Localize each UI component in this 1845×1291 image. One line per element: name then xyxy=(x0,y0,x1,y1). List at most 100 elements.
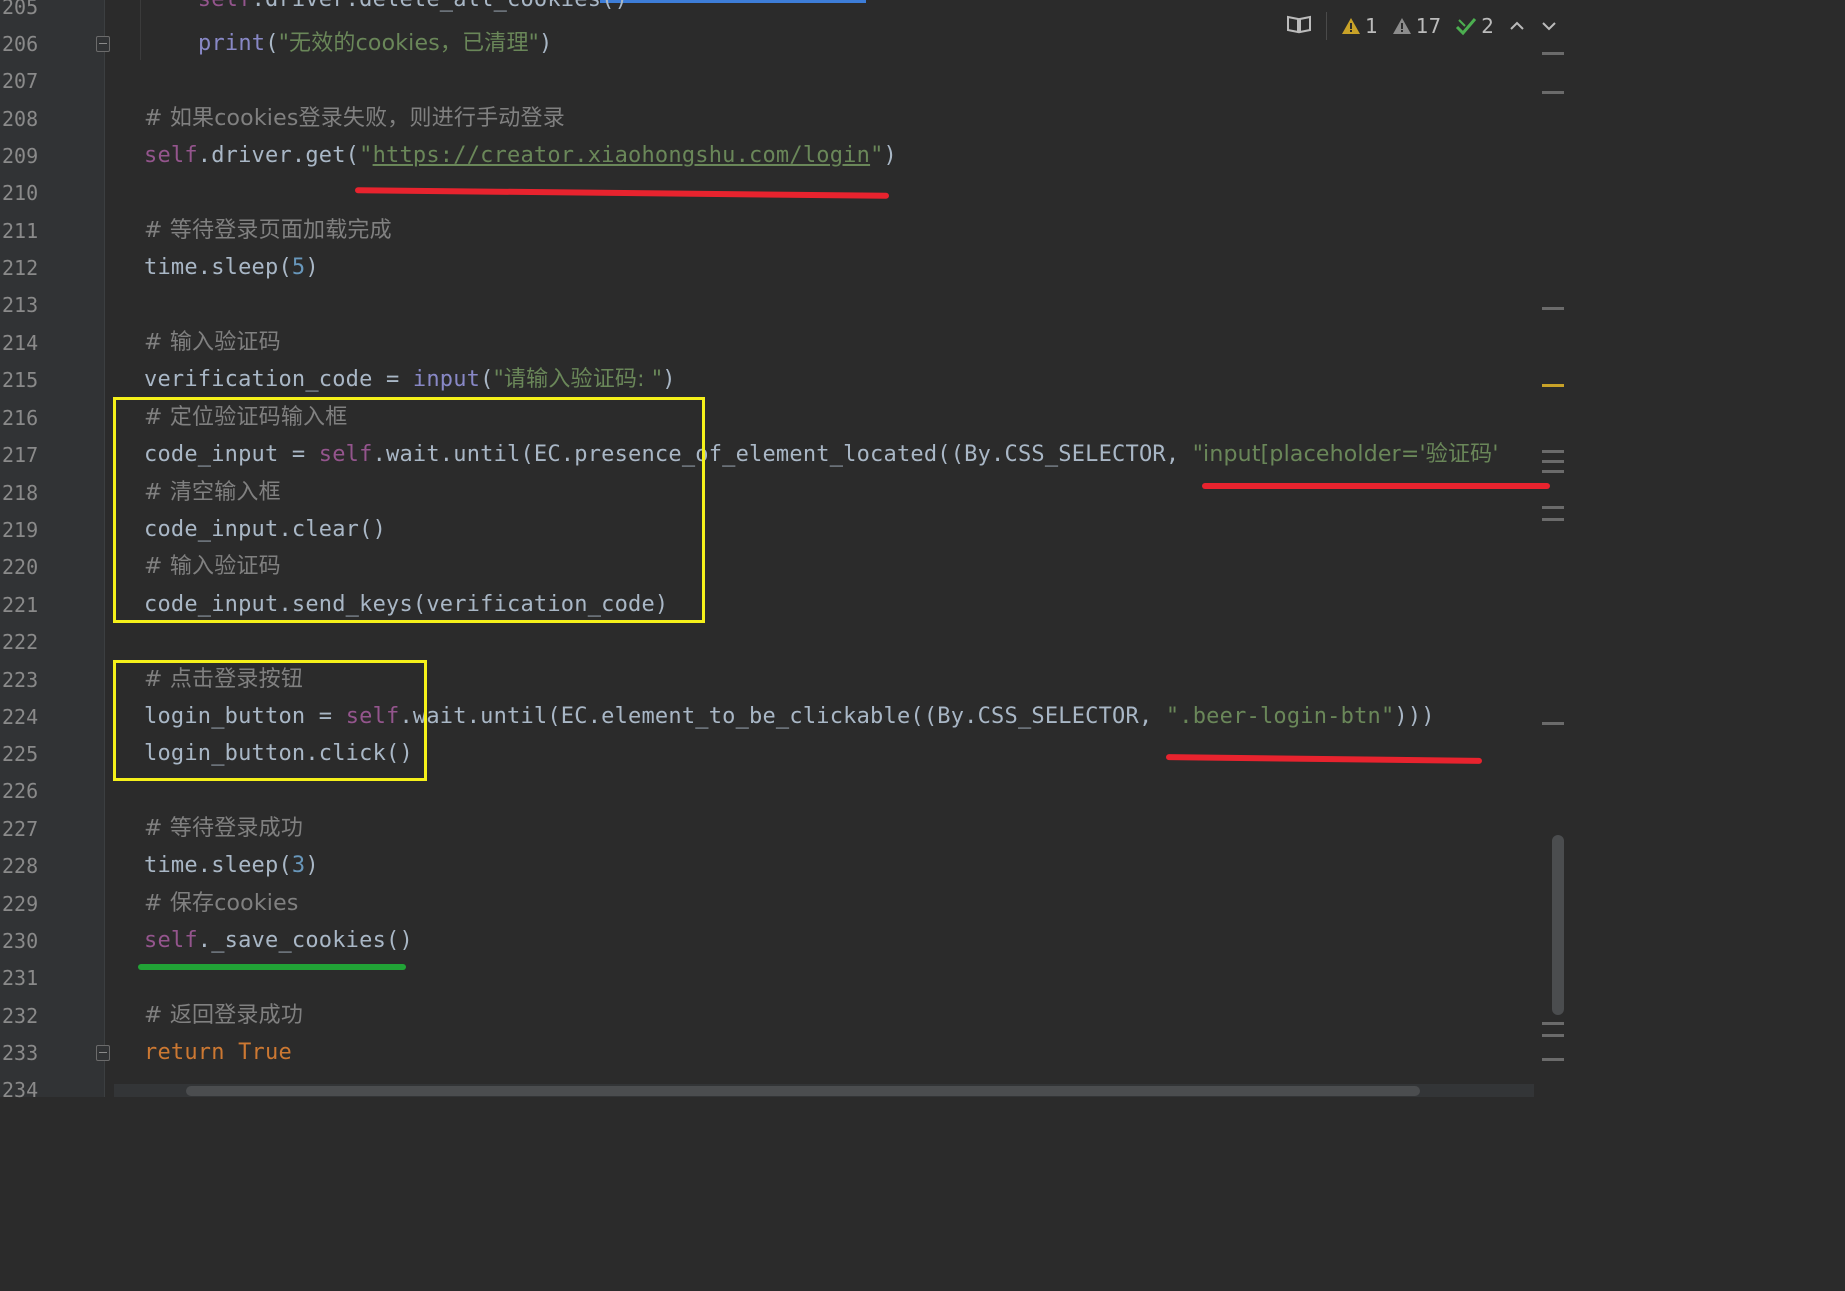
warning-icon xyxy=(1342,18,1361,34)
underline-annotation-save-cookies xyxy=(138,964,406,970)
input-call: input xyxy=(412,367,481,392)
underline-annotation-url xyxy=(354,187,890,199)
code-text: ( xyxy=(480,367,494,392)
stripe-mark[interactable] xyxy=(1542,460,1564,463)
line-number[interactable]: 230 xyxy=(0,922,42,960)
stripe-mark[interactable] xyxy=(1542,1058,1564,1061)
line-number[interactable]: 224 xyxy=(0,698,42,736)
line-number[interactable]: 231 xyxy=(0,959,42,997)
stripe-mark[interactable] xyxy=(1542,450,1564,453)
self-keyword: self xyxy=(198,0,252,12)
stripe-mark[interactable] xyxy=(1542,1034,1564,1037)
comment-line-229[interactable]: # 保存cookies xyxy=(144,885,299,923)
code-line-209[interactable]: self.driver.get("https://creator.xiaohon… xyxy=(144,137,897,175)
string-literal: ".beer-login-btn" xyxy=(1165,704,1395,729)
checkmark-icon xyxy=(1456,18,1477,36)
line-number[interactable]: 206 xyxy=(0,25,42,63)
code-text: .driver.delete_all_cookies() xyxy=(252,0,628,12)
line-number[interactable]: 212 xyxy=(0,249,42,287)
chevron-up-icon[interactable] xyxy=(1508,14,1526,38)
code-text: ))) xyxy=(1394,704,1435,729)
stripe-mark[interactable] xyxy=(1542,506,1564,509)
line-number[interactable]: 219 xyxy=(0,511,42,549)
line-number[interactable]: 227 xyxy=(0,810,42,848)
stripe-mark[interactable] xyxy=(1542,1022,1564,1025)
code-text: ) xyxy=(305,853,319,878)
line-number[interactable]: 233 xyxy=(0,1034,42,1072)
stripe-mark[interactable] xyxy=(1542,91,1564,94)
line-number[interactable]: 214 xyxy=(0,324,42,362)
comment-line-232[interactable]: # 返回登录成功 xyxy=(144,997,303,1035)
code-line-215[interactable]: verification_code = input("请输入验证码: ") xyxy=(144,361,676,399)
horizontal-scrollbar[interactable] xyxy=(186,1086,1420,1096)
warning-count-label: 1 xyxy=(1365,14,1378,38)
line-number[interactable]: 207 xyxy=(0,62,42,100)
string-literal: "input[placeholder='验证码' xyxy=(1192,442,1499,467)
string-quote: " xyxy=(359,143,373,168)
toolbar-divider xyxy=(1326,12,1328,40)
line-number[interactable]: 210 xyxy=(0,174,42,212)
print-call: print xyxy=(198,31,266,56)
line-number[interactable]: 220 xyxy=(0,548,42,586)
line-number[interactable]: 228 xyxy=(0,847,42,885)
weak-warning-icon xyxy=(1392,18,1411,34)
highlight-box-login-button xyxy=(113,660,427,781)
url-link[interactable]: https://creator.xiaohongshu.com/login xyxy=(373,143,870,168)
underline-annotation-login-selector xyxy=(1165,754,1483,764)
line-number[interactable]: 222 xyxy=(0,623,42,661)
line-number[interactable]: 221 xyxy=(0,586,42,624)
line-number[interactable]: 217 xyxy=(0,436,42,474)
highlight-box-code-input xyxy=(113,397,705,623)
line-number[interactable]: 209 xyxy=(0,137,42,175)
code-line-205[interactable]: self.driver.delete_all_cookies() xyxy=(144,0,628,19)
line-number[interactable]: 232 xyxy=(0,997,42,1035)
line-number[interactable]: 213 xyxy=(0,286,42,324)
line-number[interactable]: 205 xyxy=(0,0,42,26)
line-number[interactable]: 216 xyxy=(0,399,42,437)
code-text: ._save_cookies() xyxy=(197,928,413,953)
line-number[interactable]: 234 xyxy=(0,1071,42,1109)
stripe-mark[interactable] xyxy=(1542,518,1564,521)
code-text: ( xyxy=(265,31,279,56)
stripe-mark[interactable] xyxy=(1542,470,1564,473)
number-literal: 5 xyxy=(291,255,306,280)
typo-count[interactable]: 2 xyxy=(1455,14,1494,38)
book-open-icon[interactable] xyxy=(1286,14,1312,39)
code-line-228[interactable]: time.sleep(3) xyxy=(144,847,319,885)
fold-marker-icon[interactable] xyxy=(96,36,110,52)
stripe-mark[interactable] xyxy=(1542,52,1564,55)
comment-line-227[interactable]: # 等待登录成功 xyxy=(144,810,303,848)
line-number[interactable]: 215 xyxy=(0,361,42,399)
line-number[interactable]: 218 xyxy=(0,474,42,512)
line-number[interactable]: 225 xyxy=(0,735,42,773)
underline-annotation-selector xyxy=(1202,483,1550,489)
vertical-scrollbar[interactable] xyxy=(1552,835,1564,1015)
comment-line-208[interactable]: # 如果cookies登录失败，则进行手动登录 xyxy=(144,100,565,138)
warning-count-minor[interactable]: 17 xyxy=(1392,14,1441,38)
code-text: verification_code = xyxy=(144,367,413,392)
line-number[interactable]: 226 xyxy=(0,772,42,810)
string-literal: "无效的cookies，已清理" xyxy=(278,31,539,56)
code-text: ) xyxy=(883,143,897,168)
code-text: time.sleep( xyxy=(144,853,292,878)
stripe-mark[interactable] xyxy=(1542,722,1564,725)
fold-marker-icon[interactable] xyxy=(96,1045,110,1061)
self-keyword: self xyxy=(144,928,198,953)
code-line-206[interactable]: print("无效的cookies，已清理") xyxy=(198,25,552,63)
string-literal: "请输入验证码: " xyxy=(493,367,663,392)
comment-line-211[interactable]: # 等待登录页面加载完成 xyxy=(144,212,392,250)
code-line-212[interactable]: time.sleep(5) xyxy=(144,249,319,287)
code-line-230[interactable]: self._save_cookies() xyxy=(144,922,413,960)
stripe-mark-warning[interactable] xyxy=(1542,384,1564,387)
stripe-mark[interactable] xyxy=(1542,307,1564,310)
line-number[interactable]: 223 xyxy=(0,661,42,699)
line-number[interactable]: 211 xyxy=(0,212,42,250)
warning-count-major[interactable]: 1 xyxy=(1341,14,1378,38)
code-text: time.sleep( xyxy=(144,255,292,280)
code-text: ) xyxy=(539,31,553,56)
comment-line-214[interactable]: # 输入验证码 xyxy=(144,324,281,362)
code-line-233[interactable]: return True xyxy=(144,1034,292,1072)
inspection-toolbar: 1 17 2 xyxy=(1286,6,1558,46)
line-number[interactable]: 229 xyxy=(0,885,42,923)
line-number[interactable]: 208 xyxy=(0,100,42,138)
